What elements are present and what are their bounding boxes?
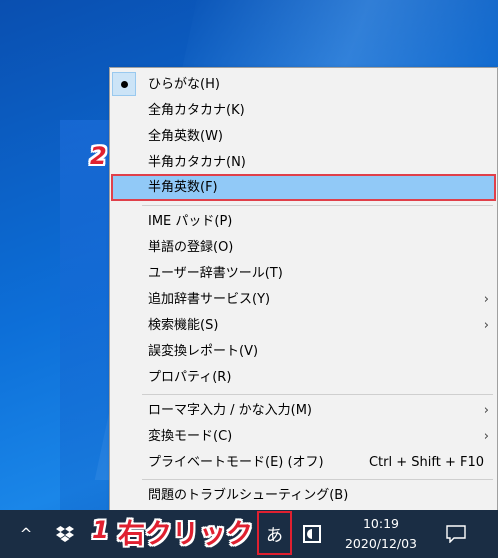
menu-item-label: ユーザー辞書ツール(T): [148, 266, 283, 281]
taskbar-clock[interactable]: 10:19 2020/12/03: [338, 514, 424, 554]
menu-item-search-function[interactable]: 検索機能(S) ›: [112, 313, 495, 338]
menu-separator: [142, 479, 493, 480]
menu-item-hankaku-katakana[interactable]: 半角カタカナ(N): [112, 150, 495, 175]
menu-item-label: 変換モード(C): [148, 429, 233, 444]
ime-context-menu: ひらがな(H) 全角カタカナ(K) 全角英数(W) 半角カタカナ(N) 半角英数…: [109, 67, 498, 511]
show-hidden-icons-button[interactable]: ^: [14, 510, 38, 558]
menu-item-label: 単語の登録(O): [148, 240, 234, 255]
menu-item-user-dictionary-tool[interactable]: ユーザー辞書ツール(T): [112, 261, 495, 286]
chevron-right-icon: ›: [483, 292, 489, 307]
step-2-number: 2: [90, 142, 107, 170]
menu-item-conversion-report[interactable]: 誤変換レポート(V): [112, 339, 495, 364]
menu-item-additional-dictionary[interactable]: 追加辞書サービス(Y) ›: [112, 287, 495, 312]
action-center-button[interactable]: [440, 510, 472, 558]
radio-checked-icon: [112, 72, 136, 96]
menu-item-shortcut: Ctrl + Shift + F10: [368, 455, 484, 470]
step-1-instruction: 右クリック: [118, 519, 253, 550]
clock-date: 2020/12/03: [344, 536, 418, 551]
menu-item-zenkaku-eisu[interactable]: 全角英数(W): [112, 124, 495, 149]
menu-item-label: 全角カタカナ(K): [148, 103, 245, 118]
menu-item-hankaku-eisu[interactable]: 半角英数(F): [111, 174, 496, 201]
menu-item-zenkaku-katakana[interactable]: 全角カタカナ(K): [112, 98, 495, 123]
menu-item-label: 問題のトラブルシューティング(B): [148, 488, 349, 503]
menu-item-hiragana[interactable]: ひらがな(H): [112, 72, 495, 97]
menu-item-properties[interactable]: プロパティ(R): [112, 365, 495, 390]
notification-icon: [446, 525, 466, 543]
ime-mode-label: あ: [266, 525, 283, 546]
menu-item-troubleshooting[interactable]: 問題のトラブルシューティング(B): [112, 483, 495, 508]
menu-separator: [142, 205, 493, 206]
clock-time: 10:19: [362, 516, 400, 531]
menu-item-label: 半角カタカナ(N): [148, 155, 246, 170]
menu-separator: [142, 394, 493, 395]
menu-item-label: ひらがな(H): [148, 77, 220, 92]
chevron-up-icon: ^: [19, 525, 33, 543]
menu-item-label: IME パッド(P): [148, 214, 233, 229]
menu-item-label: 追加辞書サービス(Y): [148, 292, 271, 307]
menu-item-label: プロパティ(R): [148, 370, 232, 385]
menu-item-label: プライベートモード(E) (オフ): [148, 455, 324, 470]
menu-item-label: ローマ字入力 / かな入力(M): [148, 403, 313, 418]
tray-app-icon[interactable]: [298, 510, 326, 558]
menu-item-label: 検索機能(S): [148, 318, 219, 333]
step-1-number: 1: [92, 516, 109, 544]
dropbox-icon: [56, 526, 74, 542]
chevron-right-icon: ›: [483, 429, 489, 444]
menu-item-label: 半角英数(F): [148, 180, 218, 195]
menu-item-ime-pad[interactable]: IME パッド(P): [112, 209, 495, 234]
menu-item-conversion-mode[interactable]: 変換モード(C) ›: [112, 424, 495, 449]
menu-item-label: 全角英数(W): [148, 129, 223, 144]
chevron-right-icon: ›: [483, 318, 489, 333]
dropbox-tray-icon[interactable]: [52, 510, 78, 558]
ime-mode-indicator[interactable]: あ: [257, 511, 292, 555]
menu-item-word-register[interactable]: 単語の登録(O): [112, 235, 495, 260]
half-moon-icon: [303, 525, 321, 543]
menu-item-label: 誤変換レポート(V): [148, 344, 259, 359]
chevron-right-icon: ›: [483, 403, 489, 418]
menu-item-private-mode[interactable]: プライベートモード(E) (オフ) Ctrl + Shift + F10: [112, 450, 495, 475]
menu-item-romaji-kana-input[interactable]: ローマ字入力 / かな入力(M) ›: [112, 398, 495, 423]
